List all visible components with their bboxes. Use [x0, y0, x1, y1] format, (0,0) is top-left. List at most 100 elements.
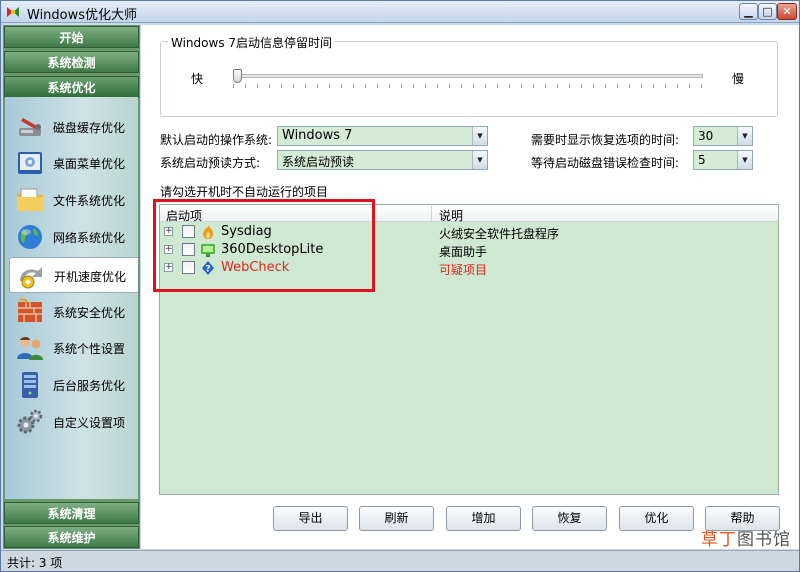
slider-ticks: [233, 84, 703, 88]
sidebar-item-personalize[interactable]: 系统个性设置: [5, 330, 138, 366]
prefetch-label: 系统启动预读方式:: [160, 156, 261, 170]
list-header: 启动项 说明: [160, 205, 778, 224]
sidebar: 开始 系统检测 系统优化 磁盘缓存优化 桌面菜单优化 文件系统优化 网络系统优化…: [3, 25, 140, 549]
startup-delay-group: Windows 7启动信息停留时间 快 慢: [160, 34, 778, 117]
main-panel: Windows 7启动信息停留时间 快 慢 默认启动的操作系统: Windows…: [141, 25, 799, 549]
desktop-menu-icon: [18, 152, 42, 174]
column-header-item[interactable]: 启动项: [166, 207, 202, 224]
restore-time-label: 需要时显示恢复选项的时间:: [531, 133, 680, 147]
expand-icon[interactable]: +: [164, 263, 173, 272]
startup-delay-title: Windows 7启动信息停留时间: [168, 34, 336, 51]
default-os-label: 默认启动的操作系统:: [160, 133, 273, 147]
prefetch-value: 系统启动预读: [282, 155, 355, 169]
watermark: 草丁图书馆: [701, 525, 791, 550]
chevron-down-icon: ▼: [472, 151, 487, 169]
slider-slow-label: 慢: [732, 72, 745, 86]
export-button[interactable]: 导出: [273, 506, 348, 531]
svg-text:?: ?: [205, 265, 210, 275]
startup-checkbox[interactable]: [182, 225, 195, 238]
gears-icon: [17, 409, 43, 434]
title-bar[interactable]: Windows优化大师 ▁ □ ✕: [1, 1, 799, 23]
list-item[interactable]: + Sysdiag 火绒安全软件托盘程序: [160, 223, 778, 241]
category-system-check[interactable]: 系统检测: [4, 51, 139, 73]
default-os-value: Windows 7: [282, 128, 353, 143]
disk-check-select[interactable]: 5 ▼: [693, 150, 753, 170]
startup-item-name: Sysdiag: [221, 224, 272, 239]
nav-panel: 磁盘缓存优化 桌面菜单优化 文件系统优化 网络系统优化 开机速度优化 系统安全优…: [5, 97, 138, 499]
category-start[interactable]: 开始: [4, 26, 139, 48]
startup-checkbox[interactable]: [182, 243, 195, 256]
monitor-icon: [201, 244, 215, 257]
list-item[interactable]: + 360DesktopLite 桌面助手: [160, 241, 778, 259]
app-window: Windows优化大师 ▁ □ ✕ 开始 系统检测 系统优化 磁盘缓存优化 桌面…: [0, 0, 800, 572]
restore-time-value: 30: [698, 129, 714, 143]
server-icon: [22, 372, 38, 398]
expand-icon[interactable]: +: [164, 245, 173, 254]
sidebar-item-services[interactable]: 后台服务优化: [5, 367, 138, 403]
sidebar-item-label: 后台服务优化: [53, 379, 126, 393]
startup-item-desc: 可疑项目: [439, 263, 488, 277]
chevron-down-icon: ▼: [737, 127, 752, 145]
security-wall-icon: [18, 298, 42, 322]
startup-checkbox[interactable]: [182, 261, 195, 274]
list-item[interactable]: + ? WebCheck 可疑项目: [160, 259, 778, 277]
optimize-button[interactable]: 优化: [619, 506, 694, 531]
startup-list[interactable]: 启动项 说明 + Sysdiag 火绒安全软件托盘程序 + 360Desktop…: [159, 204, 779, 495]
question-shield-icon: ?: [202, 261, 214, 275]
prefetch-select[interactable]: 系统启动预读 ▼: [277, 150, 488, 170]
slider-fast-label: 快: [191, 72, 204, 86]
restore-time-select[interactable]: 30 ▼: [693, 126, 753, 146]
startup-delay-slider[interactable]: [233, 74, 703, 78]
boot-speed-icon: [20, 267, 42, 289]
sidebar-item-disk-cache[interactable]: 磁盘缓存优化: [5, 109, 138, 145]
status-bar: 共计: 3 项: [1, 550, 799, 571]
sidebar-item-file-system[interactable]: 文件系统优化: [5, 182, 138, 218]
sidebar-item-label: 磁盘缓存优化: [53, 121, 126, 135]
category-system-optimize[interactable]: 系统优化: [4, 76, 139, 98]
sidebar-item-custom[interactable]: 自定义设置项: [5, 404, 138, 440]
network-globe-icon: [18, 225, 42, 249]
sidebar-item-label: 桌面菜单优化: [53, 157, 126, 171]
startup-list-caption: 请勾选开机时不自动运行的项目: [160, 185, 329, 199]
flame-icon: [203, 225, 213, 239]
sidebar-item-security[interactable]: 系统安全优化: [5, 294, 138, 330]
minimize-button[interactable]: ▁: [739, 3, 758, 20]
chevron-down-icon: ▼: [472, 127, 487, 145]
startup-item-name: 360DesktopLite: [221, 242, 324, 257]
column-divider[interactable]: [431, 206, 432, 221]
file-system-icon: [17, 188, 43, 211]
default-os-select[interactable]: Windows 7 ▼: [277, 126, 488, 146]
watermark-accent: 草丁: [701, 530, 737, 550]
close-button[interactable]: ✕: [777, 3, 797, 20]
status-text: 共计: 3 项: [7, 556, 63, 570]
slider-thumb[interactable]: [233, 69, 242, 83]
sidebar-item-label: 开机速度优化: [54, 270, 127, 284]
startup-item-name: WebCheck: [221, 260, 290, 275]
refresh-button[interactable]: 刷新: [359, 506, 434, 531]
startup-item-desc: 桌面助手: [439, 245, 488, 259]
add-button[interactable]: 增加: [446, 506, 521, 531]
maximize-button[interactable]: □: [758, 3, 777, 20]
sidebar-item-label: 网络系统优化: [53, 231, 126, 245]
app-logo-icon: [7, 7, 19, 17]
category-system-maintain[interactable]: 系统维护: [4, 526, 139, 548]
watermark-rest: 图书馆: [737, 530, 791, 550]
startup-item-desc: 火绒安全软件托盘程序: [439, 227, 560, 241]
category-system-clean[interactable]: 系统清理: [4, 502, 139, 524]
disk-cache-icon: [19, 118, 41, 136]
window-title: Windows优化大师: [27, 8, 138, 23]
sidebar-item-label: 自定义设置项: [53, 416, 126, 430]
restore-button[interactable]: 恢复: [532, 506, 607, 531]
disk-check-value: 5: [698, 153, 706, 167]
sidebar-item-label: 系统个性设置: [53, 342, 126, 356]
users-icon: [17, 337, 43, 360]
sidebar-item-desktop-menu[interactable]: 桌面菜单优化: [5, 145, 138, 181]
sidebar-item-network[interactable]: 网络系统优化: [5, 219, 138, 255]
sidebar-item-boot-speed[interactable]: 开机速度优化: [9, 257, 138, 293]
sidebar-item-label: 系统安全优化: [53, 306, 126, 320]
sidebar-item-label: 文件系统优化: [53, 194, 126, 208]
expand-icon[interactable]: +: [164, 227, 173, 236]
disk-check-label: 等待启动磁盘错误检查时间:: [531, 156, 680, 170]
column-header-desc[interactable]: 说明: [439, 207, 463, 224]
chevron-down-icon: ▼: [737, 151, 752, 169]
